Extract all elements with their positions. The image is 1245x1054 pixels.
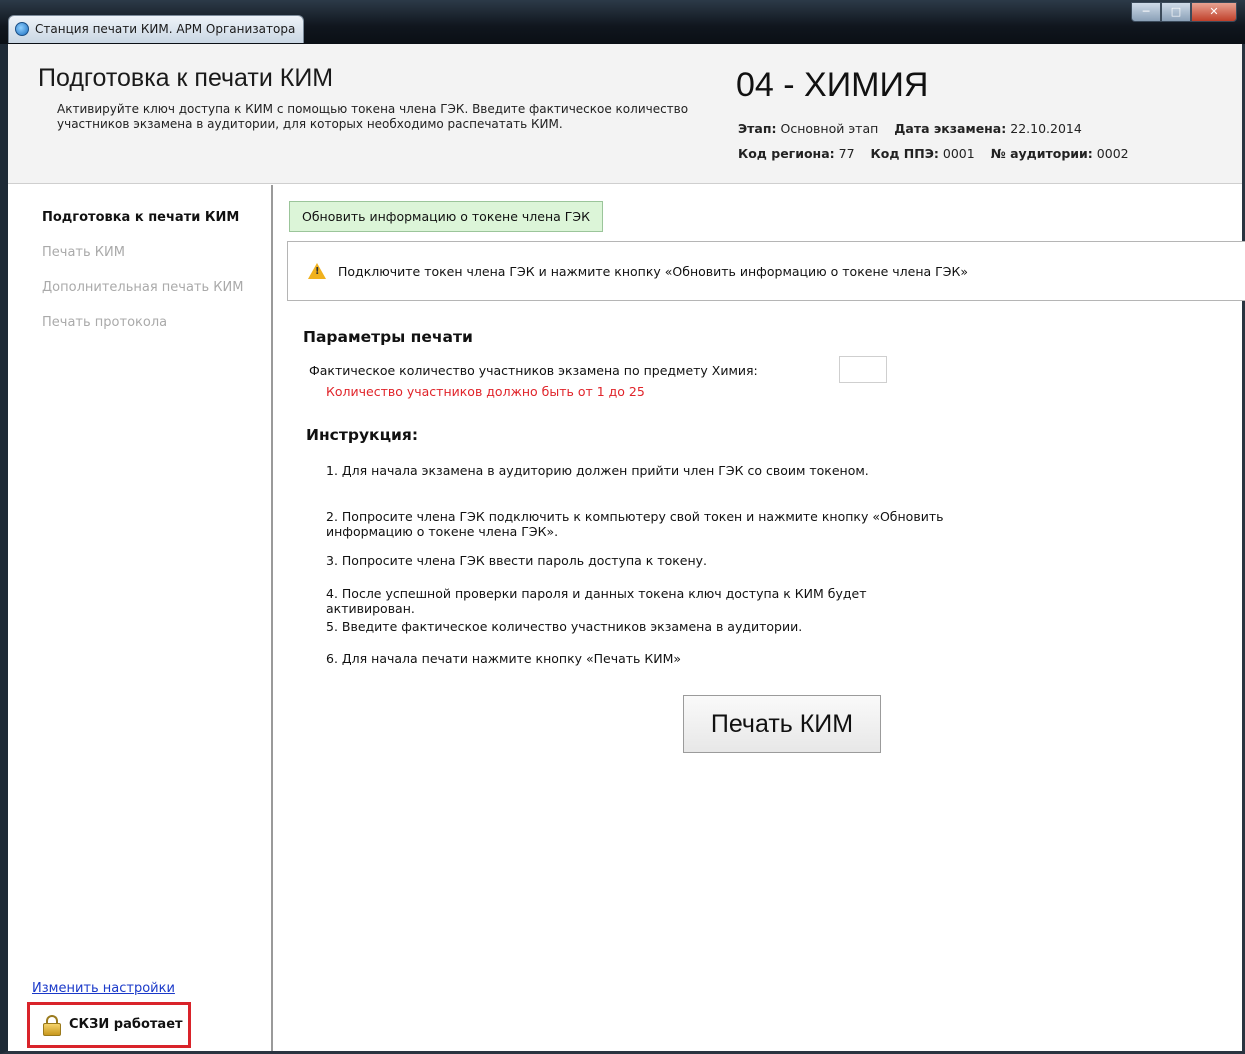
minimize-button[interactable]: ─ <box>1131 2 1161 22</box>
exam-meta-row-2: Код региона: 77 Код ППЭ: 0001 № аудитории:… <box>738 146 1141 161</box>
skzi-status-box: СКЗИ работает <box>27 1002 191 1048</box>
room-label: № аудитории: <box>990 146 1093 161</box>
instruction-item: 2. Попросите члена ГЭК подключить к комп… <box>326 509 944 539</box>
instruction-item: 3. Попросите члена ГЭК ввести пароль дос… <box>326 553 708 568</box>
lock-icon <box>43 1015 61 1036</box>
header: Подготовка к печати КИМ Активируйте ключ… <box>8 44 1242 184</box>
print-params-heading: Параметры печати <box>303 328 473 346</box>
instruction-item: 6. Для начала печати нажмите кнопку «Печ… <box>326 651 682 666</box>
app-window: Станция печати КИМ. АРМ Организатора ─ □… <box>0 0 1245 1054</box>
app-icon <box>15 22 29 36</box>
window-title: Станция печати КИМ. АРМ Организатора <box>35 22 296 36</box>
instruction-item: 5. Введите фактическое количество участн… <box>326 619 803 634</box>
refresh-token-button[interactable]: Обновить информацию о токене члена ГЭК <box>289 201 603 232</box>
stage-value: Основной этап <box>780 121 879 136</box>
instructions-heading: Инструкция: <box>306 426 419 444</box>
exam-meta-row-1: Этап: Основной этап Дата экзамена: 22.10.2… <box>738 121 1094 136</box>
print-kim-button[interactable]: Печать КИМ <box>683 695 881 753</box>
subject-title: 04 - ХИМИЯ <box>736 66 929 104</box>
maximize-button[interactable]: □ <box>1161 2 1191 22</box>
participants-label: Фактическое количество участников экзаме… <box>309 363 758 378</box>
warning-text: Подключите токен члена ГЭК и нажмите кно… <box>338 264 969 279</box>
title-bar[interactable]: Станция печати КИМ. АРМ Организатора ─ □… <box>0 0 1245 44</box>
page-description: Активируйте ключ доступа к КИМ с помощью… <box>57 102 689 131</box>
sidebar: Подготовка к печати КИМ Печать КИМ Допол… <box>8 185 273 1051</box>
window-controls: ─ □ ✕ <box>1131 2 1237 22</box>
stage-label: Этап: <box>738 121 777 136</box>
participants-count-input[interactable] <box>839 356 887 383</box>
window-title-tab: Станция печати КИМ. АРМ Организатора <box>8 15 305 43</box>
sidebar-item-additional-print[interactable]: Дополнительная печать КИМ <box>42 280 243 295</box>
participants-error: Количество участников должно быть от 1 д… <box>326 384 645 399</box>
ppe-label: Код ППЭ: <box>870 146 939 161</box>
skzi-status-label: СКЗИ работает <box>69 1017 183 1032</box>
room-value: 0002 <box>1096 146 1129 161</box>
sidebar-item-print[interactable]: Печать КИМ <box>42 245 125 260</box>
page-title: Подготовка к печати КИМ <box>38 64 334 92</box>
close-button[interactable]: ✕ <box>1191 2 1237 22</box>
date-label: Дата экзамена: <box>894 121 1007 136</box>
sidebar-item-prepare[interactable]: Подготовка к печати КИМ <box>42 210 239 225</box>
ppe-value: 0001 <box>942 146 975 161</box>
instruction-item: 1. Для начала экзамена в аудиторию долже… <box>326 463 869 478</box>
warning-message: ! Подключите токен члена ГЭК и нажмите к… <box>287 241 1245 301</box>
main-content: Обновить информацию о токене члена ГЭК !… <box>275 185 1245 1051</box>
warning-icon: ! <box>308 263 326 279</box>
sidebar-item-protocol[interactable]: Печать протокола <box>42 315 167 330</box>
date-value: 22.10.2014 <box>1010 121 1082 136</box>
region-value: 77 <box>838 146 855 161</box>
instruction-item: 4. После успешной проверки пароля и данн… <box>326 586 867 616</box>
change-settings-link[interactable]: Изменить настройки <box>32 981 175 996</box>
region-label: Код региона: <box>738 146 835 161</box>
